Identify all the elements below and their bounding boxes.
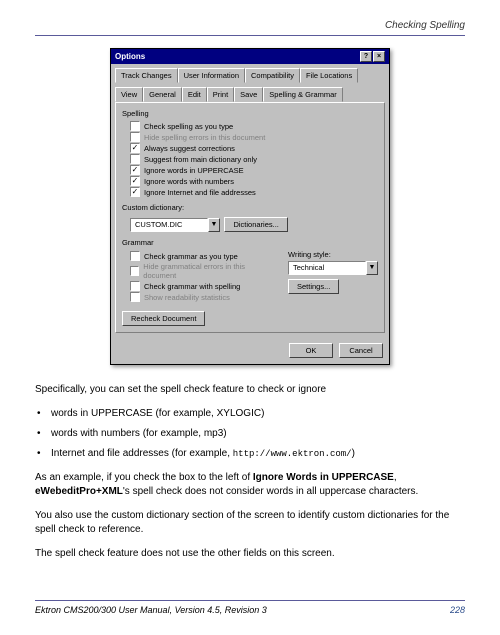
tabs-row-2: View General Edit Print Save Spelling & … [111,83,389,102]
list-item: Internet and file addresses (for example… [35,447,465,461]
checkbox-label: Ignore words in UPPERCASE [144,166,244,175]
checkbox[interactable] [130,121,140,131]
checkbox[interactable] [130,281,140,291]
tab-print[interactable]: Print [207,87,234,102]
grammar-option: Check grammar as you type [130,251,268,261]
custom-dict-label: Custom dictionary: [122,203,378,212]
tab-spelling-grammar[interactable]: Spelling & Grammar [263,87,343,102]
checkbox-label: Show readability statistics [144,293,230,302]
spelling-option: Ignore Internet and file addresses [130,187,378,197]
writing-style-field[interactable]: Technical [288,261,366,275]
checkbox[interactable] [130,143,140,153]
checkbox-label: Hide grammatical errors in this document [143,262,268,280]
custom-dict-field[interactable]: CUSTOM.DIC [130,218,208,232]
tab-save[interactable]: Save [234,87,263,102]
chevron-down-icon[interactable]: ▼ [366,261,378,275]
checkbox-label: Check grammar with spelling [144,282,240,291]
grammar-option: Show readability statistics [130,292,268,302]
tab-general[interactable]: General [143,87,182,102]
grammar-option: Check grammar with spelling [130,281,268,291]
chevron-down-icon[interactable]: ▼ [208,218,220,232]
page-footer: Ektron CMS200/300 User Manual, Version 4… [35,600,465,615]
footer-title: Ektron CMS200/300 User Manual, Version 4… [35,605,267,615]
checkbox [130,292,140,302]
spelling-option: Hide spelling errors in this document [130,132,378,142]
tab-edit[interactable]: Edit [182,87,207,102]
section-title: Checking Spelling [385,20,465,31]
checkbox-label: Always suggest corrections [144,144,235,153]
tab-user-information[interactable]: User Information [178,68,245,83]
paragraph: Specifically, you can set the spell chec… [35,383,465,397]
spelling-group-label: Spelling [122,109,378,118]
checkbox-label: Check spelling as you type [144,122,233,131]
recheck-button[interactable]: Recheck Document [122,311,205,326]
dialog-figure: Options ? × Track Changes User Informati… [35,48,465,365]
code-text: http://www.ektron.com/ [233,449,352,459]
checkbox[interactable] [130,165,140,175]
close-icon[interactable]: × [373,51,385,62]
spelling-option: Always suggest corrections [130,143,378,153]
ok-button[interactable]: OK [289,343,333,358]
writing-style-label: Writing style: [288,250,378,259]
page-header: Checking Spelling [35,20,465,36]
tab-track-changes[interactable]: Track Changes [115,68,178,83]
checkbox [130,132,140,142]
options-dialog: Options ? × Track Changes User Informati… [110,48,390,365]
page-number: 228 [450,605,465,615]
paragraph: You also use the custom dictionary secti… [35,509,465,537]
spelling-option: Ignore words in UPPERCASE [130,165,378,175]
list-item: words in UPPERCASE (for example, XYLOGIC… [35,407,465,421]
tab-file-locations[interactable]: File Locations [300,68,358,83]
spelling-option: Check spelling as you type [130,121,378,131]
cancel-button[interactable]: Cancel [339,343,383,358]
dictionaries-button[interactable]: Dictionaries... [224,217,287,232]
tab-view[interactable]: View [115,87,143,102]
dialog-panel: Spelling Check spelling as you type Hide … [115,102,385,333]
checkbox[interactable] [130,251,140,261]
checkbox [130,266,139,276]
paragraph: As an example, if you check the box to t… [35,471,465,499]
checkbox-label: Ignore Internet and file addresses [144,188,256,197]
grammar-option: Hide grammatical errors in this document [130,262,268,280]
tab-compatibility[interactable]: Compatibility [245,68,300,83]
checkbox[interactable] [130,187,140,197]
checkbox[interactable] [130,176,140,186]
list-item: words with numbers (for example, mp3) [35,427,465,441]
checkbox-label: Hide spelling errors in this document [144,133,265,142]
dialog-titlebar: Options ? × [111,49,389,64]
body-text: Specifically, you can set the spell chec… [35,383,465,561]
checkbox[interactable] [130,154,140,164]
dialog-title: Options [115,52,145,61]
checkbox-label: Suggest from main dictionary only [144,155,257,164]
grammar-group-label: Grammar [122,238,378,247]
paragraph: The spell check feature does not use the… [35,547,465,561]
settings-button[interactable]: Settings... [288,279,339,294]
spelling-option: Suggest from main dictionary only [130,154,378,164]
tabs-row-1: Track Changes User Information Compatibi… [111,64,389,83]
checkbox-label: Ignore words with numbers [144,177,234,186]
checkbox-label: Check grammar as you type [144,252,238,261]
spelling-option: Ignore words with numbers [130,176,378,186]
help-icon[interactable]: ? [360,51,372,62]
